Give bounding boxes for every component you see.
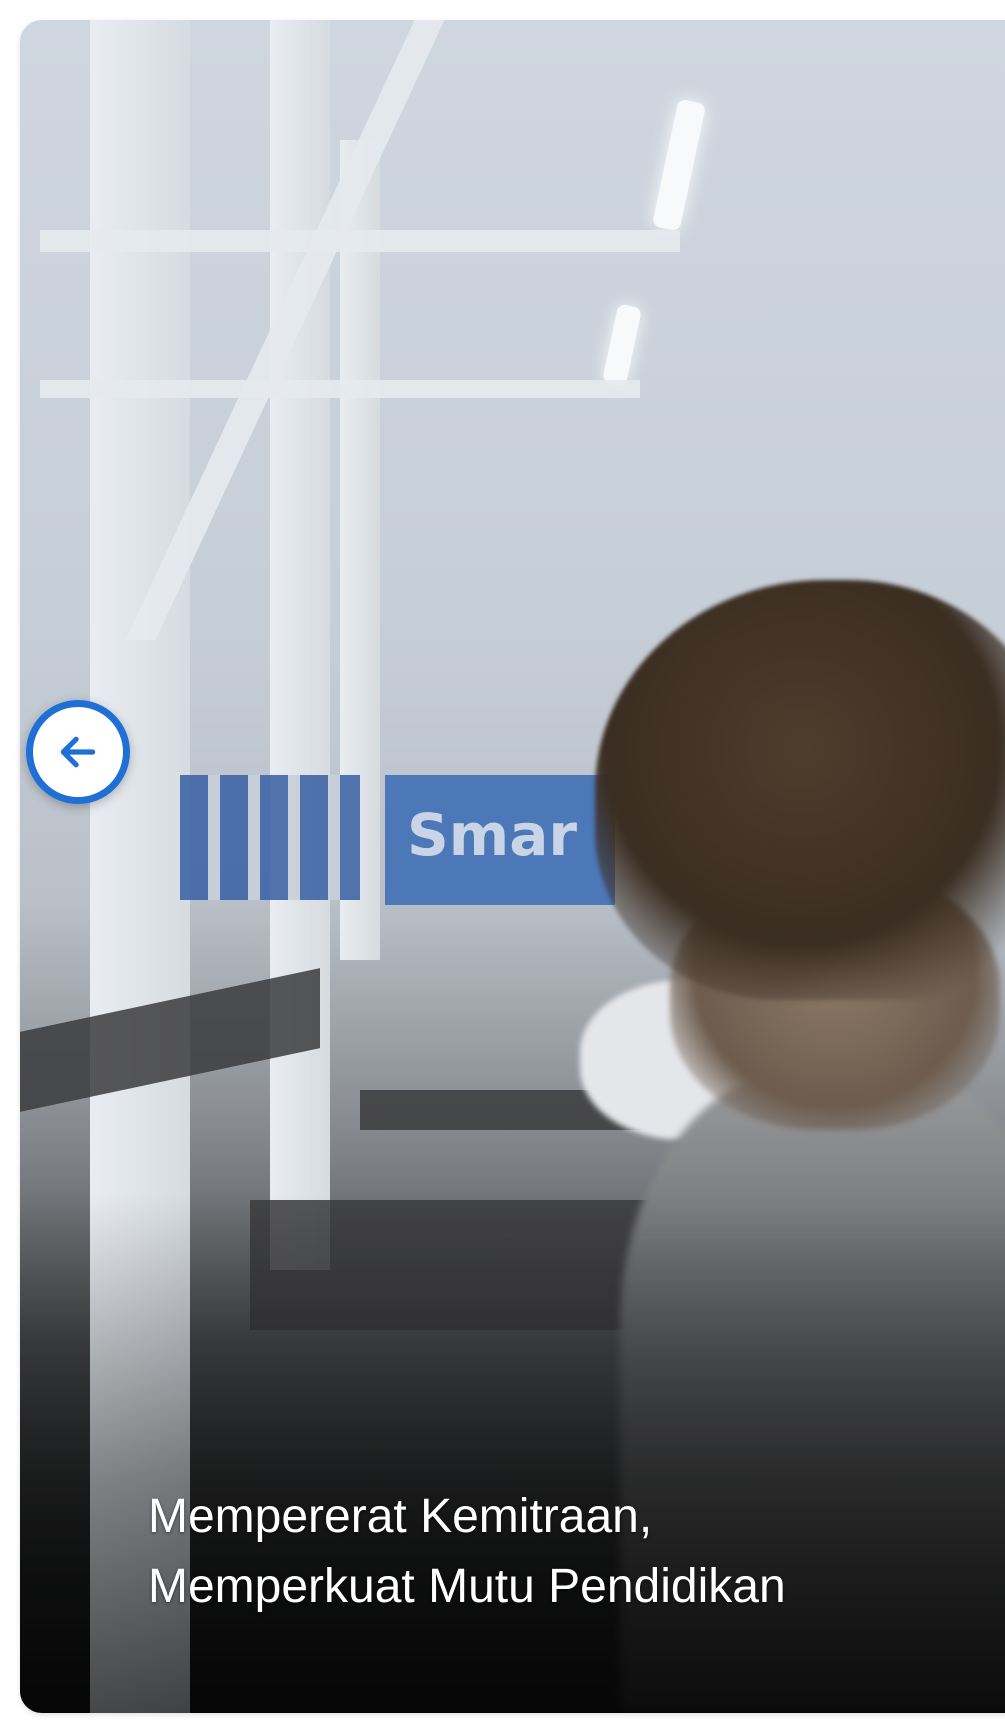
shelf-bar bbox=[40, 230, 680, 252]
arrow-left-icon bbox=[60, 736, 96, 768]
caption-gradient-overlay bbox=[20, 1193, 1005, 1713]
slide-photo: Smar bbox=[20, 20, 1005, 1713]
ceiling-light bbox=[601, 303, 643, 387]
wall-banner-text: Smar bbox=[407, 801, 577, 869]
shelf-bar bbox=[40, 380, 640, 398]
carousel-slide-card[interactable]: Smar Mempererat Kemitraan, Memperkuat Mu… bbox=[20, 20, 1005, 1713]
slide-caption: Mempererat Kemitraan, Memperkuat Mutu Pe… bbox=[148, 1482, 968, 1622]
caption-line: Mempererat Kemitraan, bbox=[148, 1490, 653, 1543]
ceiling-light bbox=[651, 98, 707, 232]
previous-slide-button[interactable] bbox=[26, 700, 130, 804]
student-hair bbox=[595, 580, 1005, 1000]
shelf-post bbox=[270, 20, 330, 1270]
caption-line: Memperkuat Mutu Pendidikan bbox=[148, 1560, 786, 1613]
wall-banner-pattern bbox=[180, 775, 360, 900]
wall-banner: Smar bbox=[385, 775, 615, 905]
